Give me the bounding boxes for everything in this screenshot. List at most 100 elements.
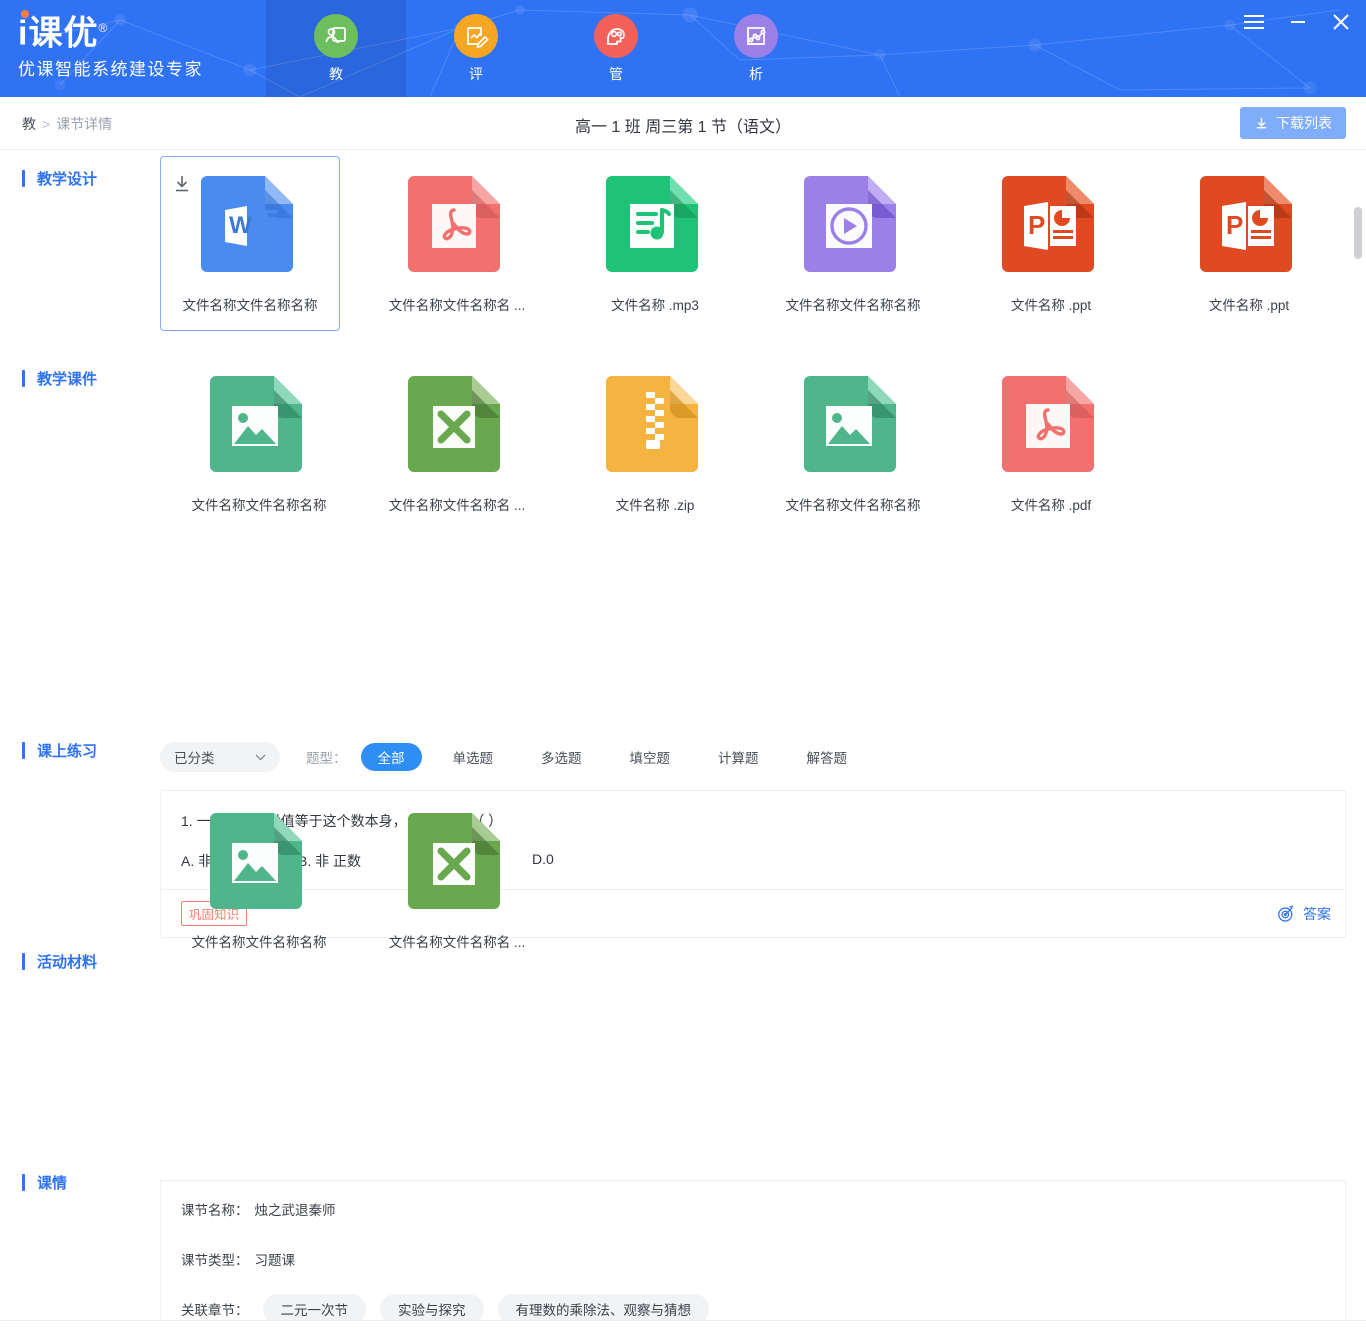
nav-label-manage: 管	[609, 65, 623, 82]
section-accent-bar	[22, 953, 25, 970]
section-label-activity-materials: 活动材料	[22, 951, 97, 972]
file-card[interactable]: 文件名称 .pdf	[952, 356, 1150, 514]
menu-icon[interactable]	[1242, 13, 1266, 31]
nav-item-analyze[interactable]: 析	[686, 0, 826, 97]
nav-item-evaluate[interactable]: 评	[406, 0, 546, 97]
file-card[interactable]: P 文件名称 .ppt	[952, 156, 1150, 331]
filter-chip-calculation[interactable]: 计算题	[701, 743, 776, 771]
exercise-filters: 已分类 题型： 全部 单选题 多选题 填空题 计算题 解答题	[160, 742, 864, 772]
excel-file-icon	[408, 376, 500, 472]
app-header: i课优® 优课智能系统建设专家 教 评 管 析	[0, 0, 1366, 97]
category-select[interactable]: 已分类	[160, 742, 280, 772]
main-content: 教学设计 W 文件名称文件名称名称 文件名称文件名称名 ... 文件名称 .mp…	[0, 150, 1366, 1333]
svg-text:P: P	[1028, 210, 1045, 240]
window-controls	[1242, 12, 1352, 32]
teach-icon	[314, 13, 358, 58]
show-answer-label: 答案	[1303, 905, 1331, 922]
analyze-icon	[734, 13, 778, 58]
page-title: 高一 1 班 周三第 1 节（语文）	[574, 119, 792, 136]
app-brand: i课优® 优课智能系统建设专家	[18, 8, 203, 80]
section-label-lesson-info: 课情	[22, 1172, 67, 1193]
lesson-name-value: 烛之武退秦师	[254, 1203, 336, 1218]
audio-file-icon	[606, 176, 698, 272]
file-card[interactable]: 文件名称文件名称名 ...	[358, 156, 556, 331]
file-card[interactable]: P 文件名称 .ppt	[1150, 156, 1348, 331]
lesson-name-label: 课节名称：	[181, 1203, 249, 1218]
file-card[interactable]: W 文件名称文件名称名称	[160, 156, 340, 331]
file-name: 文件名称文件名称名 ...	[388, 935, 526, 950]
filter-chip-fill-blank[interactable]: 填空题	[613, 743, 688, 771]
section-label-courseware: 教学课件	[22, 368, 97, 389]
svg-text:W: W	[229, 212, 252, 239]
nav-label-evaluate: 评	[469, 65, 483, 82]
file-name: 文件名称 .zip	[615, 498, 695, 513]
section-title-text: 教学设计	[37, 171, 98, 188]
question-type-label: 题型：	[306, 751, 347, 766]
nav-item-teach[interactable]: 教	[266, 0, 406, 97]
file-card[interactable]: 文件名称文件名称名称	[160, 793, 358, 951]
brand-logo-text: i课优	[18, 14, 99, 53]
file-card[interactable]: 文件名称文件名称名称	[160, 356, 358, 514]
lesson-type-value: 习题课	[254, 1253, 296, 1268]
section-title-text: 课情	[37, 1175, 68, 1192]
category-select-value: 已分类	[174, 751, 215, 766]
file-name: 文件名称 .mp3	[611, 298, 699, 313]
filter-chip-multi-choice[interactable]: 多选题	[524, 743, 599, 771]
section-label-exercises: 课上练习	[22, 740, 97, 761]
download-icon[interactable]	[171, 173, 193, 195]
file-name: 文件名称 .ppt	[1208, 298, 1290, 313]
image-file-icon	[804, 376, 896, 472]
main-nav: 教 评 管 析	[266, 0, 826, 97]
file-card[interactable]: 文件名称文件名称名 ...	[358, 793, 556, 951]
section-accent-bar	[22, 1174, 25, 1191]
section-title-text: 活动材料	[37, 954, 98, 971]
section-accent-bar	[22, 170, 25, 187]
section-title-text: 课上练习	[37, 743, 98, 760]
scrollbar-thumb[interactable]	[1354, 207, 1362, 259]
section-accent-bar	[22, 742, 25, 759]
ppt-file-icon: P	[1200, 176, 1292, 272]
excel-file-icon	[408, 813, 500, 909]
pdf-file-icon	[408, 176, 500, 272]
filter-chip-single-choice[interactable]: 单选题	[436, 743, 511, 771]
nav-label-teach: 教	[329, 65, 343, 82]
filter-chip-essay[interactable]: 解答题	[790, 743, 865, 771]
file-name: 文件名称文件名称名称	[182, 298, 318, 313]
file-card[interactable]: 文件名称文件名称名 ...	[358, 356, 556, 514]
download-list-label: 下载列表	[1276, 115, 1332, 131]
brand-subtitle: 优课智能系统建设专家	[18, 60, 203, 80]
file-name: 文件名称 .ppt	[1010, 298, 1092, 313]
nav-item-manage[interactable]: 管	[546, 0, 686, 97]
related-chapters-label: 关联章节：	[181, 1303, 249, 1318]
download-icon	[1254, 116, 1269, 131]
filter-chip-all[interactable]: 全部	[360, 743, 422, 771]
section-accent-bar	[22, 370, 25, 387]
brand-logo: i课优®	[18, 8, 108, 53]
footer-bar: 返回	[0, 1320, 1366, 1333]
section-label-teaching-design: 教学设计	[22, 168, 97, 189]
file-card[interactable]: 文件名称文件名称名称	[754, 356, 952, 514]
file-card[interactable]: 文件名称文件名称名称	[754, 156, 952, 331]
svg-text:P: P	[1226, 210, 1243, 240]
breadcrumb-bar: 教 > 课节详情 高一 1 班 周三第 1 节（语文） 下载列表	[0, 97, 1366, 150]
file-name: 文件名称文件名称名称	[191, 935, 327, 950]
nav-label-analyze: 析	[749, 65, 763, 82]
minimize-icon[interactable]	[1288, 13, 1308, 31]
lesson-info-row-type: 课节类型： 习题课	[181, 1249, 295, 1269]
lesson-info-panel: 课节名称： 烛之武退秦师 课节类型： 习题课 关联章节： 二元一次节 实验与探究…	[160, 1180, 1346, 1333]
file-name: 文件名称文件名称名称	[191, 498, 327, 513]
close-icon[interactable]	[1330, 12, 1352, 32]
image-file-icon	[210, 376, 302, 472]
download-list-button[interactable]: 下载列表	[1240, 107, 1346, 139]
lesson-type-label: 课节类型：	[181, 1253, 249, 1268]
file-name: 文件名称 .pdf	[1010, 498, 1092, 513]
file-grid-teaching-design: W 文件名称文件名称名称 文件名称文件名称名 ... 文件名称 .mp3 文件名…	[160, 156, 1348, 331]
vertical-scrollbar[interactable]	[1354, 152, 1362, 1272]
file-grid-activity-materials: 文件名称文件名称名称 文件名称文件名称名 ...	[160, 793, 556, 951]
file-card[interactable]: 文件名称 .mp3	[556, 156, 754, 331]
chevron-down-icon	[255, 754, 266, 761]
file-card[interactable]: 文件名称 .zip	[556, 356, 754, 514]
target-icon	[1277, 904, 1295, 923]
brand-registered-mark: ®	[98, 21, 109, 35]
show-answer-button[interactable]: 答案	[1277, 904, 1331, 924]
